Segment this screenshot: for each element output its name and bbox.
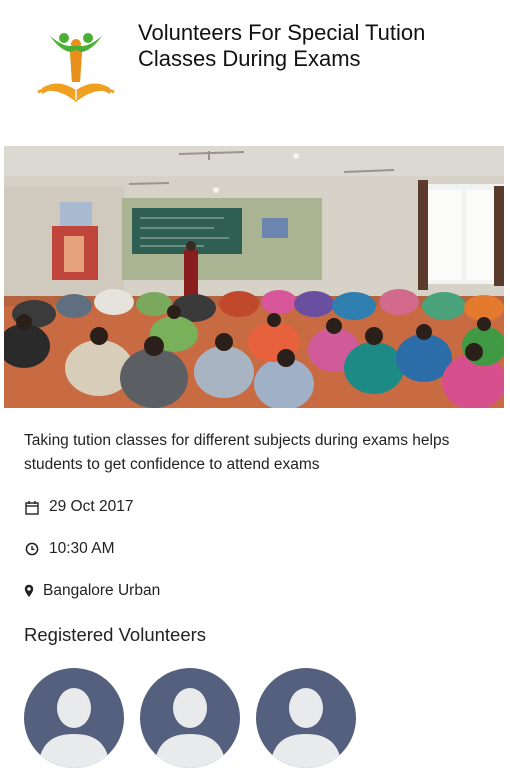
event-photo [4, 146, 504, 408]
volunteer-avatar-list [24, 668, 356, 768]
map-pin-icon [24, 583, 34, 599]
volunteer-avatar[interactable] [256, 668, 356, 768]
volunteer-avatar[interactable] [24, 668, 124, 768]
registered-volunteers-heading: Registered Volunteers [24, 624, 207, 645]
event-title: Volunteers For Special Tution Classes Du… [138, 20, 426, 71]
event-time-row: 10:30 AM [24, 540, 115, 558]
event-location-row: Bangalore Urban [24, 582, 160, 600]
calendar-icon [24, 499, 40, 515]
event-description: Taking tution classes for different subj… [24, 432, 450, 473]
clock-icon [24, 541, 40, 557]
event-location: Bangalore Urban [43, 582, 161, 599]
event-date: 29 Oct 2017 [49, 498, 134, 515]
organization-logo [36, 28, 116, 104]
event-date-row: 29 Oct 2017 [24, 498, 133, 516]
event-time: 10:30 AM [49, 540, 115, 557]
volunteer-avatar[interactable] [140, 668, 240, 768]
